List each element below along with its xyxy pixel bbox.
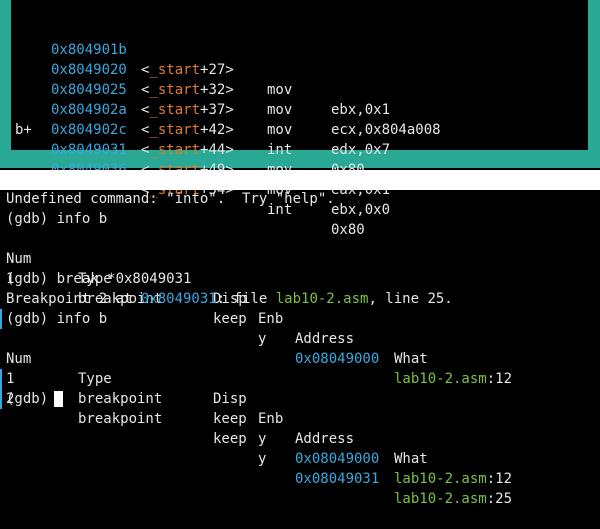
asm-line: 0x804902a <_start+42> int 0x80 [11, 60, 365, 178]
symbol-name: _start [149, 122, 201, 138]
asm-line: b+ 0x8049031 <_start+49> mov ebx,0x0 [11, 100, 390, 218]
asm-line: 0x8049025 <_start+37> mov edx,0x7 [11, 40, 390, 158]
console-command-line: (gdb) break *0x8049031 [6, 271, 192, 287]
asm-symbol: <_start+42> [141, 122, 234, 138]
bp-msg-suffix: , line 25. [368, 291, 453, 307]
asm-operands: ebx,0x0 [331, 202, 391, 218]
bp-address: 0x08049031 [295, 471, 380, 487]
bp-msg-prefix: Breakpoint 2 at [6, 291, 141, 307]
symbol-name: _start [149, 62, 201, 78]
asm-address: 0x804901b [51, 42, 127, 58]
header-enb: Enb [258, 311, 284, 327]
gdb-prompt: (gdb) [6, 391, 49, 407]
bp-enabled: y [258, 451, 267, 467]
asm-operands: ebx,0x1 [331, 102, 391, 118]
asm-opcode: mov [267, 102, 293, 118]
asm-address: 0x8049031 [51, 142, 127, 158]
header-disp: Disp [213, 391, 247, 407]
breakpoint-set-message: Breakpoint 2 at 0x8049031: file lab10-2.… [6, 289, 453, 309]
symbol-name: _start [149, 82, 201, 98]
bp-type: breakpoint [78, 411, 163, 427]
bp-msg-address: 0x8049031 [140, 291, 217, 307]
console-command-line: (gdb) info b [6, 211, 108, 227]
bp-address: 0x08049000 [295, 451, 380, 467]
breakpoint-table-header: Num Type Disp Enb Address What [6, 329, 600, 467]
symbol-offset: +44 [200, 142, 226, 158]
asm-address: 0x8049020 [51, 62, 127, 78]
asm-symbol: <_start+32> [141, 82, 234, 98]
asm-line: 0x804901b <_start+27> mov ebx,0x1 [11, 0, 390, 118]
asm-opcode: mov [267, 122, 293, 138]
header-enb: Enb [258, 411, 284, 427]
asm-line: 0x8049036 <_start+54> int 0x80 [11, 120, 365, 238]
asm-line: 0x8049020 <_start+32> mov ecx,0x804a008 [11, 20, 441, 138]
bp-line: :25 [486, 491, 513, 507]
asm-symbol: <_start+44> [141, 142, 234, 158]
bp-line: :12 [486, 471, 513, 487]
bp-msg-file: lab10-2.asm [275, 291, 369, 307]
bp-enabled: y [258, 431, 267, 447]
bp-msg-mid: : file [216, 291, 276, 307]
table-row: 2 breakpoint keep y 0x08049031 lab10-2.a… [6, 369, 600, 507]
line-marker [0, 369, 2, 389]
header-address: Address [295, 431, 355, 447]
symbol-offset: +32 [200, 82, 226, 98]
symbol-offset: +37 [200, 102, 226, 118]
asm-opcode: int [267, 142, 293, 158]
asm-opcode: mov [267, 82, 293, 98]
table-row: 1 breakpoint keep y 0x08049000 lab10-2.a… [6, 249, 600, 387]
console-command-line: (gdb) info b [6, 311, 108, 327]
disassembly-pane[interactable]: 0x804901b <_start+27> mov ebx,0x1 0x8049… [11, 0, 588, 238]
disassembly-window-frame: 0x804901b <_start+27> mov ebx,0x1 0x8049… [0, 0, 600, 238]
asm-address: 0x804902a [51, 102, 127, 118]
line-marker [0, 389, 2, 409]
asm-address: 0x8049025 [51, 82, 127, 98]
console-output-line: Undefined command: "into". Try "help". [6, 191, 335, 207]
asm-symbol: <_start+27> [141, 62, 234, 78]
bp-disp: keep [213, 431, 247, 447]
asm-address: 0x804902c [51, 122, 127, 138]
bp-location: lab10-2.asm:12 [394, 469, 512, 489]
table-row: 1 breakpoint keep y 0x08049000 lab10-2.a… [6, 349, 600, 487]
bp-file: lab10-2.asm [394, 491, 487, 507]
breakpoint-table-header: Num Type Disp Enb Address What [6, 229, 600, 367]
bp-disp: keep [213, 411, 247, 427]
asm-line: 0x804902c <_start+44> mov eax,0x1 [11, 80, 390, 198]
symbol-offset: +42 [200, 122, 226, 138]
symbol-name: _start [149, 142, 201, 158]
symbol-name: _start [149, 102, 201, 118]
asm-symbol: <_start+37> [141, 102, 234, 118]
bp-location: lab10-2.asm:25 [394, 489, 512, 509]
status-bar: exec No process In: [0, 170, 600, 208]
gdb-prompt-line[interactable]: (gdb) [6, 389, 64, 409]
header-what: What [394, 451, 428, 467]
symbol-offset: +27 [200, 62, 226, 78]
line-marker [0, 309, 2, 329]
asm-operands: edx,0x7 [331, 142, 391, 158]
bp-type: breakpoint [78, 391, 163, 407]
text-cursor [54, 391, 64, 407]
bp-disp: keep [213, 311, 247, 327]
bp-file: lab10-2.asm [394, 471, 487, 487]
asm-operands: ecx,0x804a008 [331, 122, 441, 138]
